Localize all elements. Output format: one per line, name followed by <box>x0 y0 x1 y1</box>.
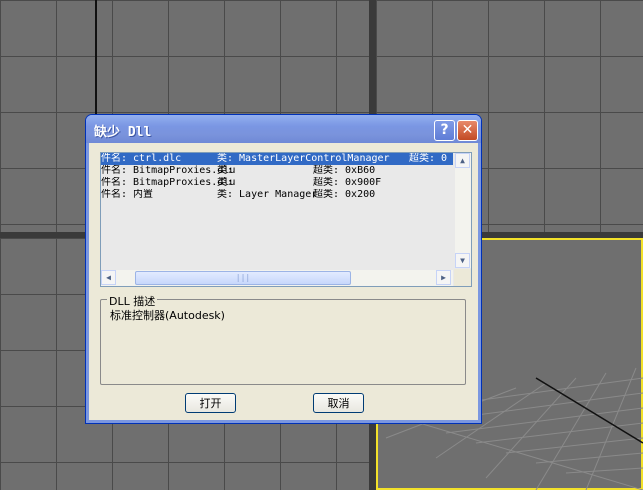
list-item-file: 件名: ctrl.dlc <box>101 153 182 164</box>
cancel-button[interactable]: 取消 <box>313 393 364 413</box>
open-button[interactable]: 打开 <box>185 393 236 413</box>
list-item-file: 件名: BitmapProxies.dlu <box>101 165 236 176</box>
missing-dll-list[interactable]: 件名: ctrl.dlc 类: MasterLayerControlManager… <box>100 152 472 287</box>
dialog-client-area: 件名: ctrl.dlc 类: MasterLayerControlManager… <box>89 143 478 420</box>
list-item[interactable]: 件名: ctrl.dlc 类: MasterLayerControlManager… <box>101 153 453 165</box>
list-item-class: 类: Layer Manager <box>217 189 318 200</box>
list-item-file: 件名: 内置 <box>101 189 154 200</box>
list-item-class: 类: <box>217 177 234 188</box>
vertical-scrollbar[interactable]: ▲ ▼ <box>455 153 471 268</box>
dll-description-group: DLL 描述 标准控制器(Autodesk) <box>100 293 466 385</box>
list-item-class: 类: <box>217 165 234 176</box>
scrollbar-corner <box>454 269 471 286</box>
close-button[interactable]: ✕ <box>457 120 478 141</box>
list-rows: 件名: ctrl.dlc 类: MasterLayerControlManager… <box>101 153 471 201</box>
horizontal-scrollbar[interactable]: ◀ ||| ▶ <box>101 270 453 286</box>
dialog-title: 缺少 Dll <box>94 125 152 140</box>
help-icon: ? <box>440 122 449 138</box>
list-item-superclass: 超类: 0x200 <box>313 189 376 200</box>
list-item[interactable]: 件名: BitmapProxies.dlu 类: 超类: 0xB60 <box>101 165 453 177</box>
chevron-up-icon: ▲ <box>460 156 465 165</box>
close-icon: ✕ <box>461 122 474 138</box>
chevron-down-icon: ▼ <box>460 256 465 265</box>
help-button[interactable]: ? <box>434 120 455 141</box>
list-item-superclass: 超类: 0 <box>409 153 448 164</box>
grip-icon: ||| <box>235 273 251 282</box>
missing-dll-dialog: 缺少 Dll ? ✕ 件名: ctrl.dlc 类: MasterLayerCon… <box>85 114 482 424</box>
dll-description-text: 标准控制器(Autodesk) <box>110 309 225 322</box>
horizontal-scroll-thumb[interactable]: ||| <box>135 271 351 285</box>
dialog-title-bar[interactable]: 缺少 Dll ? ✕ <box>86 115 481 143</box>
list-item[interactable]: 件名: BitmapProxies.dlu 类: 超类: 0x900F <box>101 177 453 189</box>
list-item[interactable]: 件名: 内置 类: Layer Manager 超类: 0x200 <box>101 189 453 201</box>
scroll-down-button[interactable]: ▼ <box>455 253 470 268</box>
list-item-class: 类: MasterLayerControlManager <box>217 153 390 164</box>
list-item-superclass: 超类: 0x900F <box>313 177 382 188</box>
list-item-superclass: 超类: 0xB60 <box>313 165 376 176</box>
scroll-up-button[interactable]: ▲ <box>455 153 470 168</box>
chevron-right-icon: ▶ <box>441 273 446 282</box>
scroll-left-button[interactable]: ◀ <box>101 270 116 285</box>
scroll-right-button[interactable]: ▶ <box>436 270 451 285</box>
chevron-left-icon: ◀ <box>106 273 111 282</box>
list-item-file: 件名: BitmapProxies.dlu <box>101 177 236 188</box>
